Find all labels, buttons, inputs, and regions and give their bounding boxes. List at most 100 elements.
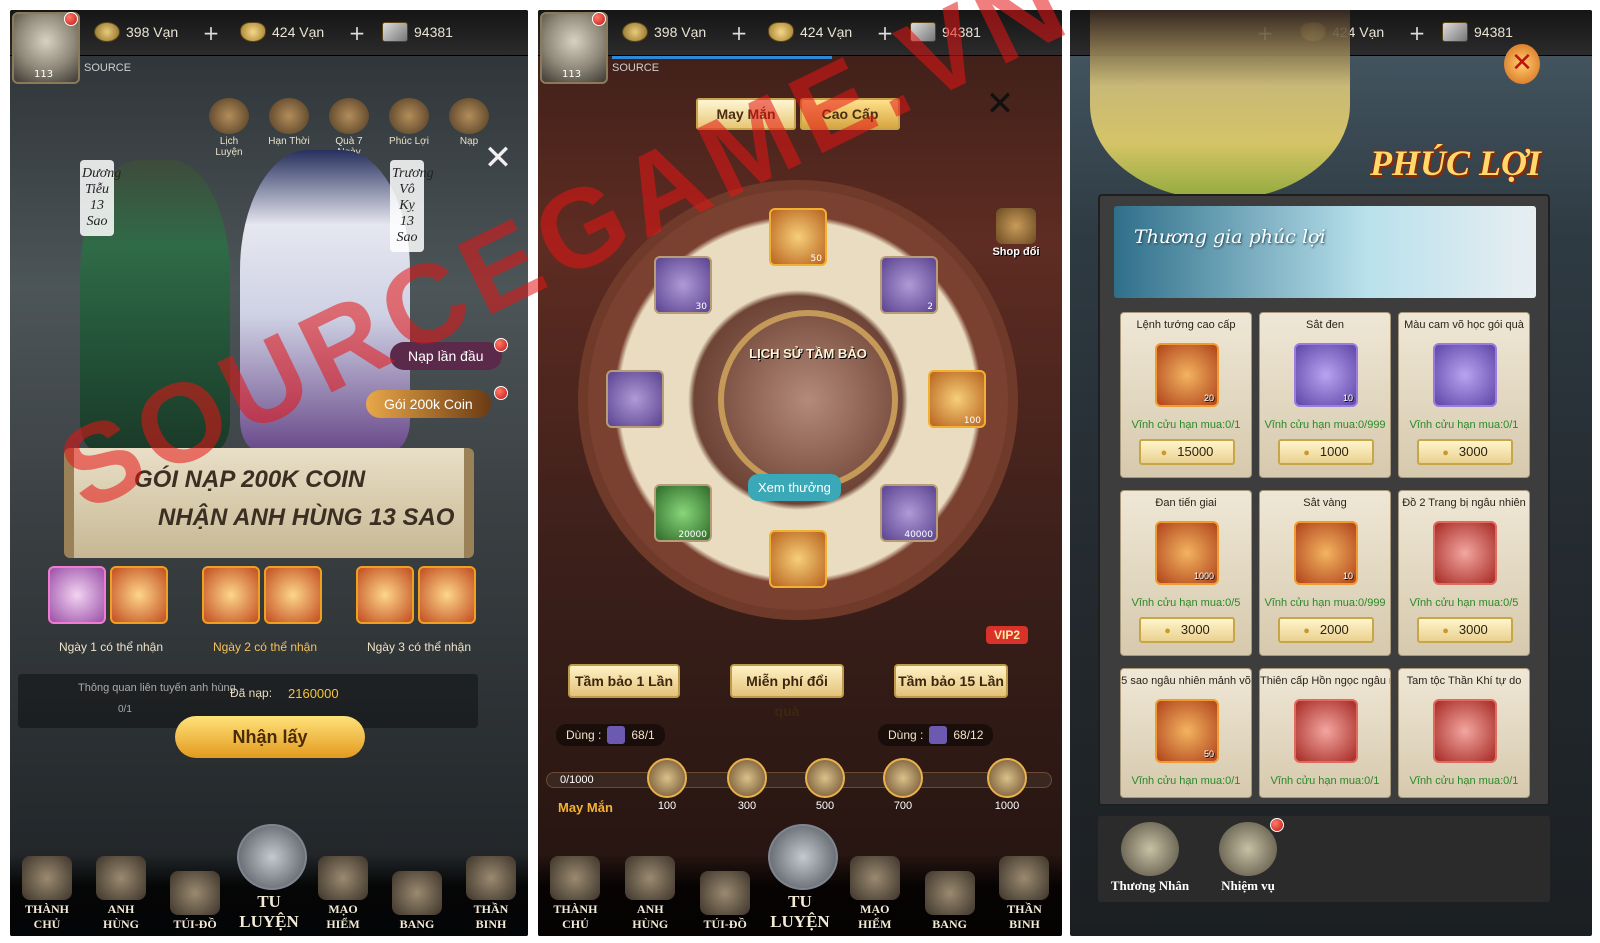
shop-item-card[interactable]: Sắt đen 10 Vĩnh cửu hạn mua:0/999 1000	[1259, 312, 1391, 478]
item-limit: Vĩnh cửu hạn mua:0/1	[1131, 775, 1241, 787]
wheel-slot[interactable]: 40000	[880, 484, 938, 542]
reward-item[interactable]	[110, 566, 168, 624]
buy-button[interactable]: 15000	[1139, 439, 1235, 465]
reward-icon	[727, 758, 767, 798]
page-title: PHÚC LỢI	[1370, 143, 1541, 183]
feature-7day[interactable]: Quà 7 Ngày	[326, 98, 372, 158]
milestone-100[interactable]: 100	[642, 758, 692, 812]
buy-button[interactable]: 3000	[1139, 617, 1235, 643]
nav-city-lord[interactable]: THÀNH CHỦ	[15, 856, 79, 932]
buy-button[interactable]: 1000	[1278, 439, 1374, 465]
city-icon	[22, 856, 72, 900]
view-rewards-button[interactable]: Xem thưởng	[748, 474, 841, 501]
power-value: 94381	[414, 24, 453, 40]
feature-limited[interactable]: Hạn Thời	[266, 98, 312, 158]
milestone-points: 100	[657, 800, 677, 812]
nav-heroes[interactable]: ANH HÙNG	[89, 856, 153, 932]
milestone-700[interactable]: 700	[878, 758, 928, 812]
claim-button[interactable]: Nhận lấy	[175, 716, 365, 758]
reward-item[interactable]	[356, 566, 414, 624]
tab-merchant[interactable]: Thương Nhân	[1102, 822, 1198, 894]
shop-item-card[interactable]: Màu cam võ học gói quà Vĩnh cửu hạn mua:…	[1398, 312, 1530, 478]
search-once-button[interactable]: Tầm bảo 1 Lần	[568, 664, 680, 698]
hero-right-label: Trương Vô Kỵ 13 Sao	[390, 160, 434, 252]
reward-item[interactable]	[202, 566, 260, 624]
add-copper-button[interactable]: +	[200, 22, 222, 44]
milestone-300[interactable]: 300	[722, 758, 772, 812]
buy-button[interactable]: 3000	[1417, 617, 1513, 643]
nav-heroes[interactable]: ANH HÙNG	[618, 856, 682, 932]
shop-item-card[interactable]: Lệnh tướng cao cấp 20 Vĩnh cửu hạn mua:0…	[1120, 312, 1252, 478]
free-exchange-button[interactable]: Miễn phí đổi quà	[730, 664, 844, 719]
add-silver-button[interactable]: +	[346, 22, 368, 44]
map-icon	[849, 856, 900, 900]
milestone-1000[interactable]: 1000	[982, 758, 1032, 812]
wheel-slot[interactable]: 100	[928, 370, 986, 428]
close-icon[interactable]: ✕	[1504, 44, 1540, 84]
nav-guild[interactable]: BANG	[918, 871, 982, 932]
nav-bag[interactable]: TÚI-ĐỒ	[163, 871, 227, 932]
exchange-shop-button[interactable]: Shop đổi	[988, 208, 1044, 258]
luck-label: May Mắn	[558, 800, 613, 815]
wheel-slot[interactable]	[606, 370, 664, 428]
reward-item[interactable]	[418, 566, 476, 624]
shop-item-card[interactable]: Sắt vàng 10 Vĩnh cửu hạn mua:0/999 2000	[1259, 490, 1391, 656]
buy-button[interactable]: 3000	[1417, 439, 1513, 465]
shop-icon	[996, 208, 1036, 244]
tab-advanced[interactable]: Cao Cấp	[800, 98, 900, 130]
nav-divine-weapon[interactable]: THẦN BINH	[459, 856, 523, 932]
close-icon[interactable]: ✕	[982, 86, 1018, 122]
search-15-label: Tầm bảo 15 Lần	[898, 673, 1004, 689]
day3-rewards	[356, 566, 476, 624]
milestone-points: 700	[893, 800, 913, 812]
shop-item-card[interactable]: Tam tộc Thần Khí tự do Vĩnh cửu hạn mua:…	[1398, 668, 1530, 798]
tab-luck[interactable]: May Mắn	[696, 98, 796, 130]
item-qty: 50	[1203, 749, 1214, 759]
item-name: Màu cam võ học gói quà	[1404, 319, 1524, 331]
nav-guild[interactable]: BANG	[385, 871, 449, 932]
nav-cultivate[interactable]: TU LUYỆN	[767, 824, 838, 932]
ingot-icon	[768, 22, 794, 42]
slot-qty: 50	[810, 254, 822, 264]
close-icon[interactable]: ✕	[480, 140, 516, 176]
reward-item[interactable]	[48, 566, 106, 624]
add-silver-button[interactable]: +	[874, 22, 896, 44]
merchant-icon	[1121, 822, 1179, 876]
tab-quest[interactable]: Nhiệm vụ	[1200, 822, 1296, 894]
search-15-button[interactable]: Tầm bảo 15 Lần	[894, 664, 1008, 698]
panel-treasure-wheel: 113 398 Vạn + 424 Vạn + 94381 SOURCE May…	[538, 10, 1062, 936]
wheel-slot[interactable]: 30	[654, 256, 712, 314]
nav-divine-weapon[interactable]: THẦN BINH	[992, 856, 1056, 932]
shop-item-card[interactable]: 5 sao ngẫu nhiên mảnh võ 50 Vĩnh cửu hạn…	[1120, 668, 1252, 798]
nav-bag[interactable]: TÚI-ĐỒ	[693, 871, 757, 932]
buy-button[interactable]: 2000	[1278, 617, 1374, 643]
merchant-banner: Thương gia phúc lợi	[1114, 206, 1536, 298]
item-name: Đan tiến giai	[1155, 497, 1217, 509]
coin-pack-tab[interactable]: Gói 200k Coin	[366, 390, 491, 418]
shop-item-card[interactable]: Đồ 2 Trang bị ngẫu nhiên Vĩnh cửu hạn mu…	[1398, 490, 1530, 656]
wheel-slot[interactable]: 2	[880, 256, 938, 314]
panel-first-recharge: 113 398 Vạn + 424 Vạn + 94381 SOURCE Lịc…	[10, 10, 528, 936]
first-recharge-tab[interactable]: Nạp lần đầu	[390, 342, 502, 370]
add-copper-button[interactable]: +	[728, 22, 750, 44]
chest-icon	[987, 758, 1027, 798]
wheel-center[interactable]: LỊCH SỬ TẦM BẢO	[718, 310, 898, 490]
wheel-slot[interactable]: 20000	[654, 484, 712, 542]
nav-adventure[interactable]: MẠO HIỂM	[311, 856, 375, 932]
feature-training[interactable]: Lịch Luyện	[206, 98, 252, 158]
search-once-label: Tầm bảo 1 Lần	[574, 673, 674, 689]
nav-adventure[interactable]: MẠO HIỂM	[843, 856, 907, 932]
reward-item[interactable]	[264, 566, 322, 624]
milestone-500[interactable]: 500	[800, 758, 850, 812]
feature-welfare[interactable]: Phúc Lợi	[386, 98, 432, 158]
nav-cultivate[interactable]: TU LUYỆN	[237, 824, 307, 932]
shop-item-card[interactable]: Thiên cấp Hồn ngọc ngẫu n Vĩnh cửu hạn m…	[1259, 668, 1391, 798]
power-resource: 94381	[910, 22, 981, 42]
wheel-slot[interactable]: 50	[769, 208, 827, 266]
chest-icon	[449, 98, 489, 134]
add-silver-button[interactable]: +	[1406, 22, 1428, 44]
wheel-slot[interactable]	[769, 530, 827, 588]
nav-city-lord[interactable]: THÀNH CHỦ	[543, 856, 607, 932]
shop-item-card[interactable]: Đan tiến giai 1000 Vĩnh cửu hạn mua:0/5 …	[1120, 490, 1252, 656]
item-limit: Vĩnh cửu hạn mua:0/5	[1409, 597, 1519, 609]
